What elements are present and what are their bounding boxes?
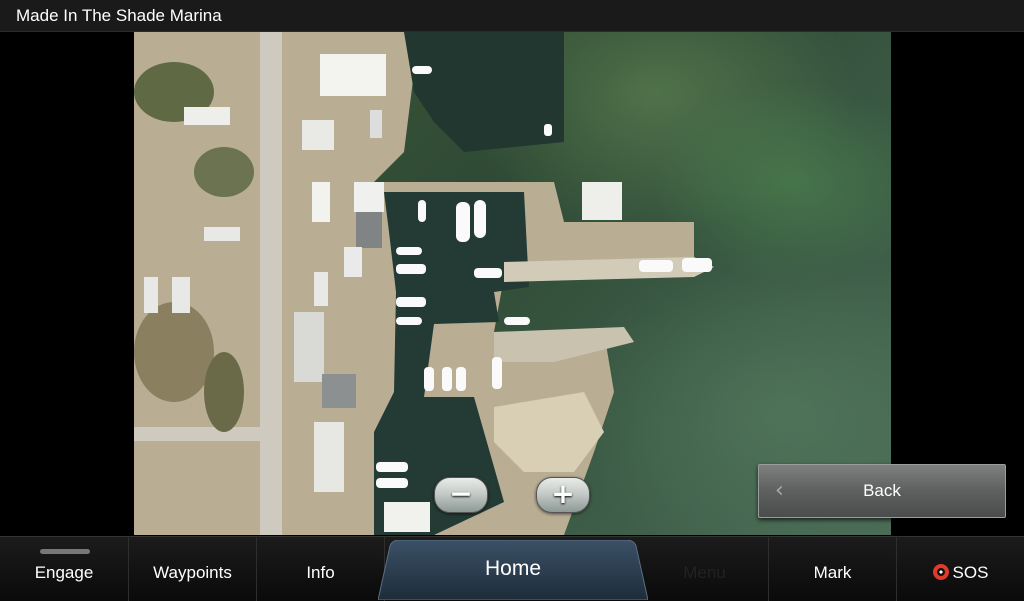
- plus-icon: +: [551, 477, 575, 510]
- lifebuoy-icon: [932, 564, 949, 580]
- back-button[interactable]: ‹ Back: [758, 464, 1006, 518]
- title-bar: Made In The Shade Marina: [0, 0, 1024, 32]
- tab-engage-label: Engage: [34, 563, 94, 582]
- tab-sos-label: SOS: [952, 563, 989, 582]
- tab-engage[interactable]: Engage: [0, 537, 129, 601]
- zoom-out-button[interactable]: −: [434, 477, 488, 513]
- photo-art: [134, 32, 714, 535]
- tab-home-label: Home: [484, 557, 542, 580]
- tab-mark[interactable]: Mark: [769, 537, 897, 601]
- tab-mark-label: Mark: [813, 563, 852, 582]
- engage-indicator: [40, 549, 90, 554]
- tab-waypoints-label: Waypoints: [153, 563, 232, 582]
- zoom-in-button[interactable]: +: [536, 477, 590, 513]
- tab-sos[interactable]: SOS: [897, 537, 1024, 601]
- minus-icon: −: [449, 477, 473, 510]
- page-title: Made In The Shade Marina: [16, 6, 222, 25]
- tab-menu-label: Menu: [683, 563, 726, 582]
- back-button-label: Back: [863, 481, 901, 500]
- tab-sos-label-wrap: SOS: [897, 563, 1024, 583]
- tab-waypoints[interactable]: Waypoints: [129, 537, 257, 601]
- tab-info[interactable]: Info: [257, 537, 385, 601]
- aerial-marina-photo[interactable]: [134, 32, 891, 535]
- tab-info-label: Info: [306, 563, 335, 582]
- tab-home[interactable]: Home: [378, 540, 648, 600]
- tab-menu[interactable]: Menu: [641, 537, 769, 601]
